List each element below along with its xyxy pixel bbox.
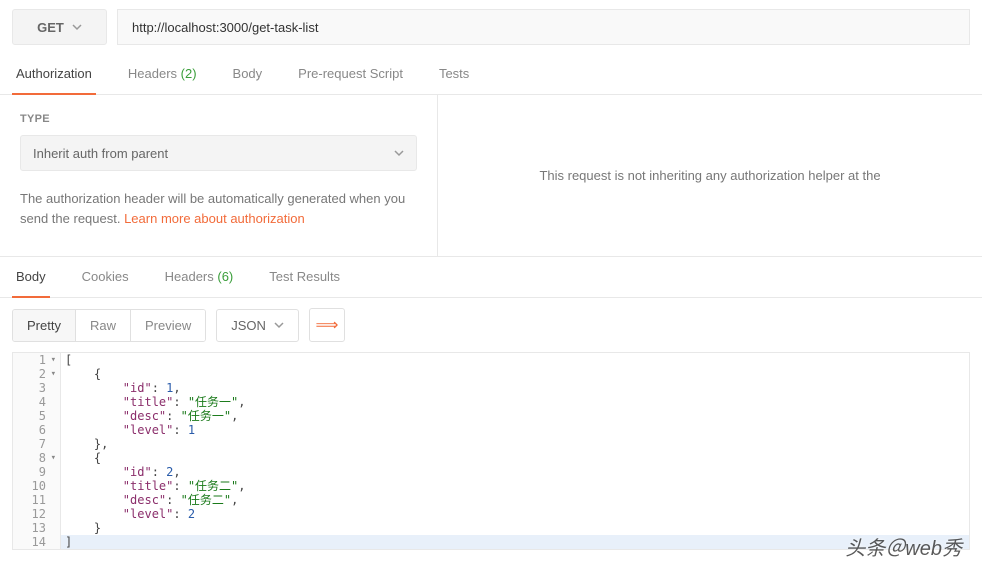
response-tab-cookies[interactable]: Cookies xyxy=(78,257,133,298)
chevron-down-icon xyxy=(394,148,404,158)
chevron-down-icon xyxy=(72,22,82,32)
auth-type-select[interactable]: Inherit auth from parent xyxy=(20,135,417,171)
tab-tests[interactable]: Tests xyxy=(435,54,473,95)
tab-pre-request-script[interactable]: Pre-request Script xyxy=(294,54,407,95)
response-tabs: Body Cookies Headers (6) Test Results xyxy=(0,257,982,298)
code-line: 5 "desc": "任务一", xyxy=(13,409,969,423)
auth-description: The authorization header will be automat… xyxy=(20,189,417,228)
code-line: 12 "level": 2 xyxy=(13,507,969,521)
code-line: 13 } xyxy=(13,521,969,535)
watermark: 头条＠web秀 xyxy=(845,532,962,561)
wrap-icon: ⟹ xyxy=(315,315,338,335)
method-label: GET xyxy=(37,20,64,35)
chevron-down-icon xyxy=(274,320,284,330)
code-line: 14] xyxy=(13,535,969,549)
code-line: 6 "level": 1 xyxy=(13,423,969,437)
view-mode-pretty[interactable]: Pretty xyxy=(13,310,76,341)
auth-type-value: Inherit auth from parent xyxy=(33,146,168,161)
learn-more-link[interactable]: Learn more about authorization xyxy=(124,211,305,226)
code-line: 2▾ { xyxy=(13,367,969,381)
code-line: 8▾ { xyxy=(13,451,969,465)
tab-body[interactable]: Body xyxy=(229,54,267,95)
tab-authorization[interactable]: Authorization xyxy=(12,54,96,95)
request-tabs: Authorization Headers (2) Body Pre-request … xyxy=(0,54,982,95)
code-line: 1▾[ xyxy=(13,353,969,367)
wrap-lines-button[interactable]: ⟹ xyxy=(309,308,345,342)
view-mode-preview[interactable]: Preview xyxy=(131,310,205,341)
code-line: 3 "id": 1, xyxy=(13,381,969,395)
code-line: 4 "title": "任务一", xyxy=(13,395,969,409)
format-label: JSON xyxy=(231,318,266,333)
response-tab-test-results[interactable]: Test Results xyxy=(265,257,344,298)
auth-inherit-message: This request is not inheriting any autho… xyxy=(438,95,982,256)
tab-headers[interactable]: Headers (2) xyxy=(124,54,201,95)
format-select[interactable]: JSON xyxy=(216,309,299,342)
code-line: 10 "title": "任务二", xyxy=(13,479,969,493)
code-line: 9 "id": 2, xyxy=(13,465,969,479)
response-tab-headers[interactable]: Headers (6) xyxy=(161,257,238,298)
response-body[interactable]: 1▾[2▾ {3 "id": 1,4 "title": "任务一",5 "des… xyxy=(12,352,970,550)
view-mode-raw[interactable]: Raw xyxy=(76,310,131,341)
response-tab-body[interactable]: Body xyxy=(12,257,50,298)
code-line: 11 "desc": "任务二", xyxy=(13,493,969,507)
url-input[interactable] xyxy=(117,9,970,45)
auth-type-label: TYPE xyxy=(20,113,417,125)
method-selector[interactable]: GET xyxy=(12,9,107,45)
view-mode-group: PrettyRawPreview xyxy=(12,309,206,342)
code-line: 7 }, xyxy=(13,437,969,451)
